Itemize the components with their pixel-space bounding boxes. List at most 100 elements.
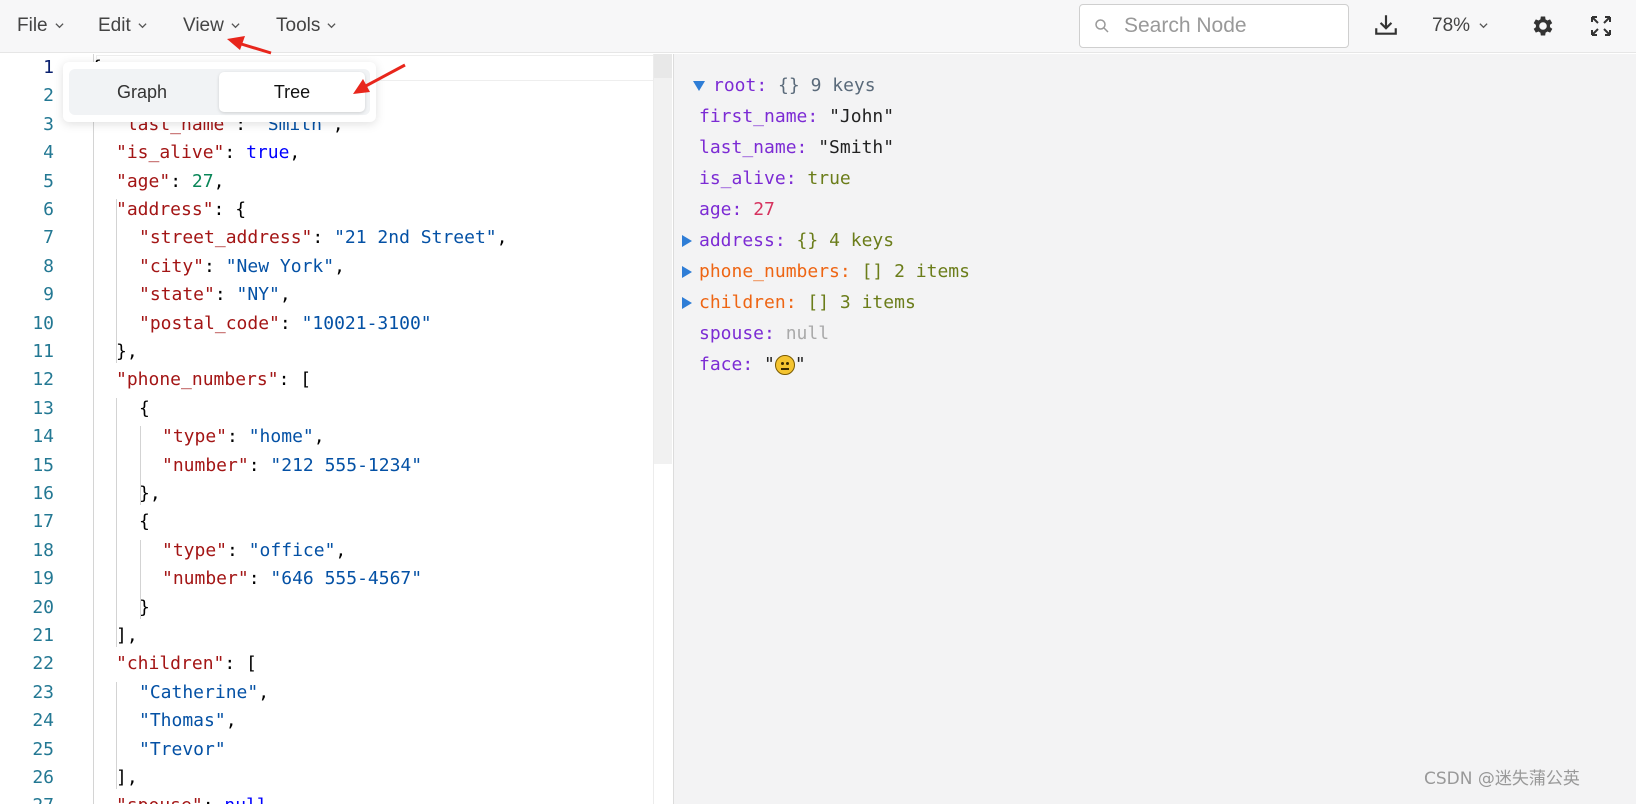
expand-toggle-icon[interactable] bbox=[682, 297, 692, 309]
code-token: "city" bbox=[139, 255, 205, 277]
tree-value-quote-close: " bbox=[794, 354, 806, 375]
indent-guide bbox=[116, 397, 117, 648]
code-token: : bbox=[227, 539, 249, 561]
tree-key: face: bbox=[699, 354, 754, 375]
code-token: : bbox=[312, 227, 335, 249]
expand-toggle-icon[interactable] bbox=[682, 235, 692, 247]
menu-edit-label: Edit bbox=[98, 15, 131, 36]
indent-guide bbox=[116, 199, 117, 364]
code-area[interactable]: {"first_name": "John","last_name": "Smit… bbox=[0, 54, 672, 804]
tree-key: age: bbox=[699, 199, 743, 220]
view-mode-segmented: Graph Tree bbox=[69, 69, 370, 115]
view-dropdown: Graph Tree bbox=[63, 62, 376, 122]
code-token: : bbox=[279, 312, 302, 334]
code-token: : bbox=[227, 426, 249, 448]
code-line: "number": "212 555-1234" bbox=[162, 452, 422, 480]
menu-file[interactable]: File bbox=[17, 13, 64, 39]
fullscreen-icon[interactable] bbox=[1590, 15, 1612, 37]
tree-key: spouse: bbox=[699, 323, 775, 344]
scrollbar-thumb[interactable] bbox=[654, 54, 672, 464]
code-line: "spouse": null, bbox=[116, 792, 279, 804]
code-token: : bbox=[248, 454, 271, 476]
tree-brackets: [] bbox=[807, 292, 830, 313]
tree-value: "Smith" bbox=[818, 137, 895, 158]
code-line: ], bbox=[116, 622, 138, 650]
code-token: "Trevor" bbox=[139, 738, 226, 760]
code-token: "home" bbox=[248, 426, 314, 448]
code-token: , bbox=[279, 284, 291, 306]
code-token: "212 555-1234" bbox=[270, 454, 423, 476]
tree-meta: 4 keys bbox=[829, 230, 895, 251]
code-line: { bbox=[139, 395, 150, 423]
view-option-tree[interactable]: Tree bbox=[219, 72, 365, 112]
tree-key: address: bbox=[699, 230, 786, 251]
tree-row-spouse: spouse: null bbox=[699, 320, 829, 348]
code-line: "Trevor" bbox=[139, 736, 226, 764]
download-icon[interactable] bbox=[1373, 12, 1399, 38]
code-token: "Catherine" bbox=[139, 681, 259, 703]
menu-edit[interactable]: Edit bbox=[98, 13, 147, 39]
tree-brackets: [] bbox=[861, 261, 884, 282]
tree-row-is-alive: is_alive: true bbox=[699, 165, 851, 193]
code-token: , bbox=[313, 426, 325, 448]
code-token: "646 555-4567" bbox=[270, 568, 423, 590]
expand-toggle-icon[interactable] bbox=[682, 266, 692, 278]
code-token: null bbox=[224, 795, 267, 804]
code-token: "New York" bbox=[225, 255, 335, 277]
code-line: }, bbox=[116, 338, 138, 366]
code-line: "street_address": "21 2nd Street", bbox=[139, 224, 507, 252]
code-token: : bbox=[203, 795, 225, 804]
search-node-box[interactable] bbox=[1079, 4, 1349, 48]
tree-row-children[interactable]: children: [] 3 items bbox=[682, 289, 916, 317]
code-token: "state" bbox=[139, 284, 215, 306]
code-token: , bbox=[334, 255, 345, 277]
tree-value: null bbox=[785, 323, 830, 344]
tree-root-key: root: bbox=[713, 75, 768, 96]
code-token: ], bbox=[116, 625, 138, 646]
code-token: "type" bbox=[162, 539, 228, 561]
code-line: "postal_code": "10021-3100" bbox=[139, 310, 432, 338]
menu-view-label: View bbox=[183, 15, 224, 36]
gear-icon[interactable] bbox=[1530, 13, 1556, 39]
tree-value: 27 bbox=[753, 199, 775, 220]
search-node-input[interactable] bbox=[1124, 14, 1324, 38]
tree-value: true bbox=[807, 168, 851, 189]
code-line: "type": "home", bbox=[162, 423, 325, 451]
code-line: "number": "646 555-4567" bbox=[162, 565, 422, 593]
menu-view[interactable]: View bbox=[183, 13, 240, 39]
zoom-select[interactable]: 78% bbox=[1432, 13, 1488, 39]
tree-row-phone-numbers[interactable]: phone_numbers: [] 2 items bbox=[682, 258, 970, 286]
search-icon bbox=[1095, 19, 1109, 33]
code-token: "street_address" bbox=[139, 227, 313, 249]
tree-value-quote-open: " bbox=[764, 354, 775, 375]
code-token: "office" bbox=[248, 539, 336, 561]
code-token: : bbox=[170, 170, 192, 192]
json-editor[interactable]: 1 2 3 4 5 6 7 8 9 10 11 12 13 14 15 16 17 18 19 20 21 22 23 24 2… bbox=[0, 54, 672, 804]
code-token: 27 bbox=[191, 170, 214, 192]
code-token: "address" bbox=[116, 199, 214, 220]
tree-row-address[interactable]: address: {} 4 keys bbox=[682, 227, 894, 255]
chevron-down-icon bbox=[327, 22, 336, 28]
code-token: }, bbox=[116, 341, 138, 362]
code-token: "10021-3100" bbox=[301, 312, 432, 334]
code-token: "postal_code" bbox=[139, 312, 280, 334]
tree-root-row[interactable]: root: {} 9 keys bbox=[693, 72, 876, 100]
code-token: "children" bbox=[116, 653, 225, 675]
chevron-down-icon bbox=[231, 22, 240, 28]
code-line: "Catherine", bbox=[139, 679, 269, 707]
code-line: "city": "New York", bbox=[139, 253, 345, 281]
code-token: "phone_numbers" bbox=[116, 369, 279, 391]
editor-scrollbar[interactable] bbox=[653, 54, 672, 804]
code-token: "NY" bbox=[236, 284, 280, 306]
code-token: true bbox=[246, 142, 290, 164]
code-token: { bbox=[139, 397, 150, 419]
code-token: : bbox=[248, 568, 271, 590]
menu-tools-label: Tools bbox=[276, 15, 321, 36]
tree-view: root: {} 9 keys first_name: "John" last_… bbox=[673, 54, 1636, 804]
view-option-graph[interactable]: Graph bbox=[69, 72, 215, 112]
code-token: , bbox=[268, 795, 279, 804]
menu-tools[interactable]: Tools bbox=[276, 13, 336, 39]
code-token: , bbox=[289, 142, 301, 164]
code-token: : bbox=[204, 255, 226, 277]
collapse-toggle-icon[interactable] bbox=[693, 81, 705, 91]
